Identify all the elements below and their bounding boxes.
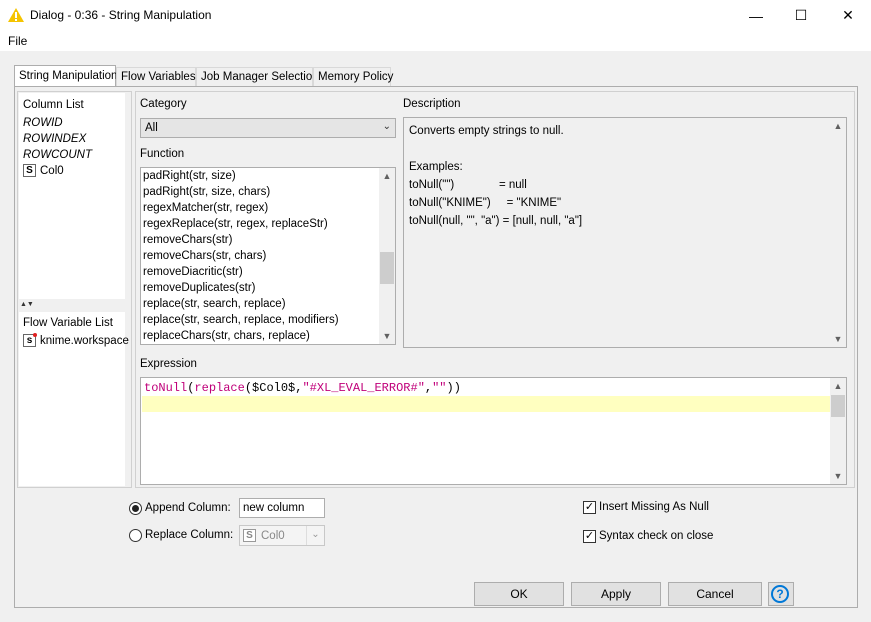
- scroll-down-icon[interactable]: ▼: [379, 328, 395, 344]
- scroll-down-icon[interactable]: ▼: [830, 331, 846, 347]
- description-line: toNull(null, "", "a") = [null, null, "a"…: [409, 215, 583, 227]
- list-item[interactable]: replaceChars(str, chars, replace, modifi…: [141, 344, 379, 345]
- description-box: Converts empty strings to null. Examples:…: [403, 117, 847, 348]
- list-item-label: knime.workspace: [40, 334, 129, 347]
- insert-missing-label: Insert Missing As Null: [599, 501, 709, 513]
- list-item[interactable]: removeChars(str): [141, 232, 379, 248]
- description-line: toNull("") = null: [409, 179, 527, 191]
- warning-icon: [8, 8, 24, 22]
- scroll-up-icon[interactable]: ▲: [830, 118, 846, 134]
- list-item[interactable]: removeChars(str, chars): [141, 248, 379, 264]
- category-value: All: [145, 122, 158, 134]
- help-icon: ?: [771, 585, 789, 603]
- function-label: Function: [140, 148, 185, 160]
- cancel-button[interactable]: Cancel: [668, 582, 762, 606]
- description-label: Description: [403, 98, 461, 110]
- expression-code[interactable]: toNull(replace($Col0$,"#XL_EVAL_ERROR#",…: [144, 381, 461, 395]
- scroll-up-icon[interactable]: ▲: [379, 168, 395, 184]
- list-item[interactable]: regexReplace(str, regex, replaceStr): [141, 216, 379, 232]
- description-line: Converts empty strings to null.: [409, 125, 564, 137]
- list-item[interactable]: removeDiacritic(str): [141, 264, 379, 280]
- tab-job-manager-selection[interactable]: Job Manager Selection: [196, 67, 319, 86]
- maximize-button[interactable]: ☐: [778, 0, 824, 31]
- list-item[interactable]: s knime.workspace: [23, 333, 129, 347]
- syntax-check-label: Syntax check on close: [599, 530, 714, 542]
- list-item[interactable]: S Col0: [23, 164, 64, 177]
- description-scrollbar[interactable]: ▲ ▼: [830, 118, 846, 347]
- list-item[interactable]: padRight(str, size, chars): [141, 184, 379, 200]
- function-scrollbar[interactable]: ▲ ▼: [379, 168, 395, 344]
- description-line: Examples:: [409, 161, 463, 173]
- column-list-title: Column List: [23, 99, 84, 111]
- apply-button[interactable]: Apply: [571, 582, 661, 606]
- expression-editor[interactable]: toNull(replace($Col0$,"#XL_EVAL_ERROR#",…: [140, 377, 847, 485]
- list-item[interactable]: regexMatcher(str, regex): [141, 200, 379, 216]
- minimize-button[interactable]: —: [733, 0, 779, 31]
- list-item[interactable]: ROWINDEX: [23, 133, 86, 145]
- append-column-label: Append Column:: [145, 502, 231, 514]
- append-column-input[interactable]: new column: [239, 498, 325, 518]
- ok-button[interactable]: OK: [474, 582, 564, 606]
- help-button[interactable]: ?: [768, 582, 794, 606]
- window-title: Dialog - 0:36 - String Manipulation: [30, 8, 212, 22]
- chevron-down-icon: ⌄: [382, 121, 391, 132]
- category-dropdown[interactable]: All ⌄: [140, 118, 396, 138]
- tab-string-manipulation[interactable]: String Manipulation: [14, 65, 117, 87]
- function-list[interactable]: padRight(str, size) padRight(str, size, c…: [140, 167, 396, 345]
- expression-label: Expression: [140, 358, 197, 370]
- list-item[interactable]: replace(str, search, replace): [141, 296, 379, 312]
- scroll-thumb[interactable]: [380, 252, 394, 284]
- tab-flow-variables[interactable]: Flow Variables: [116, 67, 196, 86]
- list-item[interactable]: padRight(str, size): [141, 168, 379, 184]
- string-column-icon: S: [243, 529, 256, 542]
- list-item[interactable]: ROWID: [23, 117, 63, 129]
- tab-memory-policy[interactable]: Memory Policy: [313, 67, 393, 86]
- menu-file[interactable]: File: [8, 34, 27, 48]
- flow-variable-list-title: Flow Variable List: [23, 317, 113, 329]
- replace-column-radio[interactable]: [129, 529, 142, 542]
- description-line: toNull("KNIME") = "KNIME": [409, 197, 562, 209]
- replace-column-label: Replace Column:: [145, 529, 234, 541]
- close-button[interactable]: ✕: [825, 0, 871, 31]
- scroll-thumb[interactable]: [831, 395, 845, 417]
- replace-column-value: Col0: [261, 530, 285, 542]
- category-label: Category: [140, 98, 187, 110]
- list-item[interactable]: replaceChars(str, chars, replace): [141, 328, 379, 344]
- description-line: [409, 140, 846, 158]
- expression-scrollbar[interactable]: ▲ ▼: [830, 378, 846, 484]
- current-line-highlight: [142, 396, 830, 412]
- scroll-up-icon[interactable]: ▲: [830, 378, 846, 394]
- splitter-handle[interactable]: ▲▼: [20, 301, 132, 308]
- scroll-down-icon[interactable]: ▼: [830, 468, 846, 484]
- chevron-down-icon: ⌄: [306, 526, 324, 545]
- list-item-label: Col0: [40, 164, 64, 177]
- flow-variable-icon: s: [23, 333, 37, 347]
- replace-column-dropdown[interactable]: S Col0 ⌄: [239, 525, 325, 546]
- list-item[interactable]: replace(str, search, replace, modifiers): [141, 312, 379, 328]
- append-column-radio[interactable]: [129, 502, 142, 515]
- list-item[interactable]: ROWCOUNT: [23, 149, 92, 161]
- syntax-check-checkbox[interactable]: ✓: [583, 530, 596, 543]
- string-column-icon: S: [23, 164, 36, 177]
- insert-missing-checkbox[interactable]: ✓: [583, 501, 596, 514]
- list-item[interactable]: removeDuplicates(str): [141, 280, 379, 296]
- menu-bar: [0, 31, 871, 51]
